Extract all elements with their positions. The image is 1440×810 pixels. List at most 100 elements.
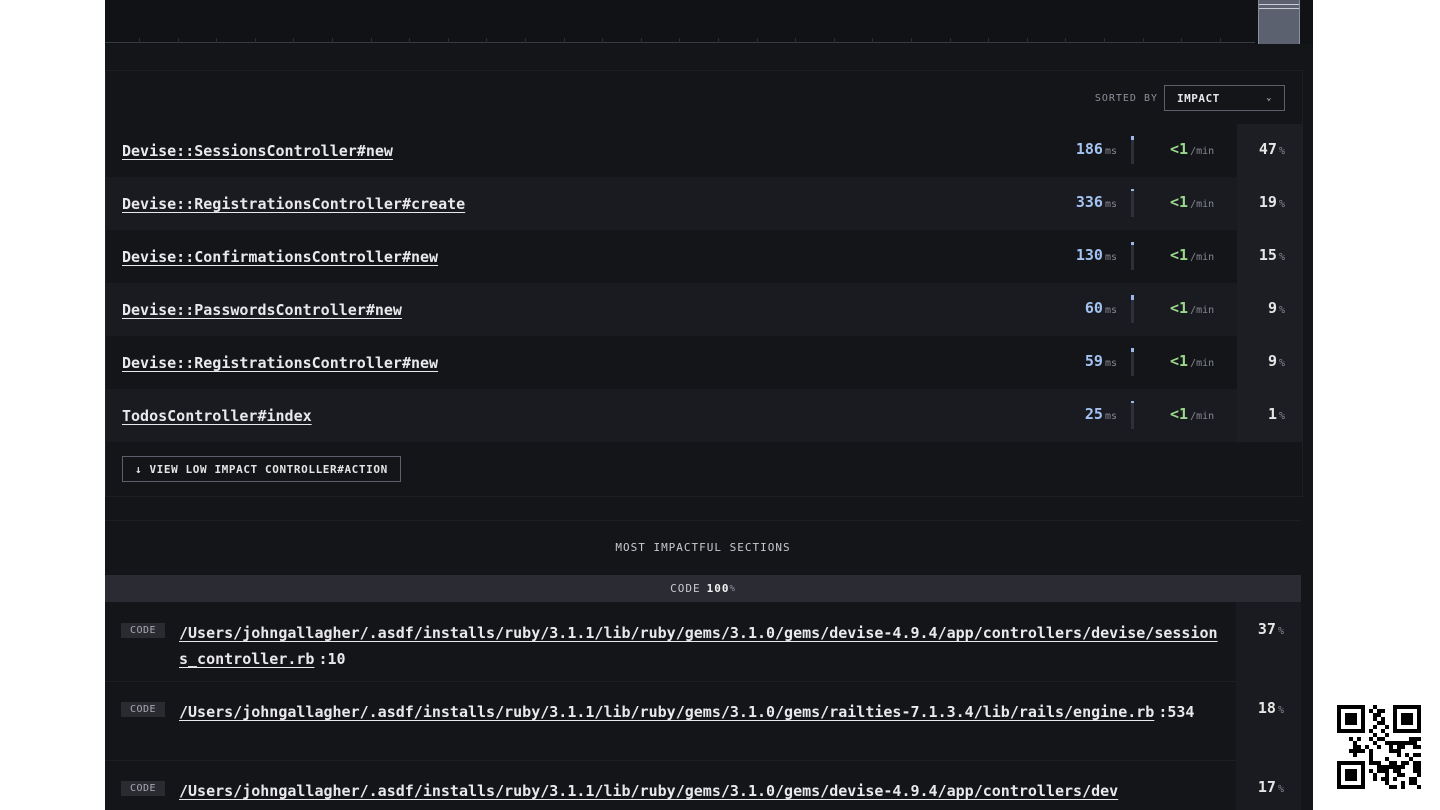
sparkline-tick	[950, 38, 951, 43]
response-time-unit: ms	[1104, 305, 1117, 316]
response-time-bar	[1131, 401, 1134, 429]
sort-value: IMPACT	[1177, 91, 1220, 105]
section-type-badge: CODE	[121, 702, 166, 717]
impact-unit: %	[1278, 358, 1285, 369]
impact-cell: 9%	[1237, 336, 1302, 389]
sparkline-tick	[988, 38, 989, 43]
response-time-value: 25	[1084, 405, 1103, 423]
section-file-link[interactable]: /Users/johngallagher/.asdf/installs/ruby…	[179, 782, 1118, 800]
sparkline-tick	[872, 38, 873, 43]
throughput: <1/min	[1170, 299, 1214, 317]
sparkline-tick	[371, 38, 372, 43]
response-time-value: 130	[1075, 246, 1103, 264]
section-file-link[interactable]: /Users/johngallagher/.asdf/installs/ruby…	[179, 703, 1154, 721]
throughput-unit: /min	[1190, 358, 1215, 369]
impact-value: 9	[1267, 299, 1277, 317]
throughput: <1/min	[1170, 246, 1214, 264]
controller-link[interactable]: Devise::ConfirmationsController#new	[122, 248, 438, 266]
impact-unit: %	[1278, 146, 1285, 157]
impact-unit: %	[1278, 252, 1285, 263]
sparkline-tick	[718, 38, 719, 43]
response-time-bar-fill	[1131, 401, 1134, 403]
section-impact-unit: %	[1277, 784, 1284, 795]
controller-link[interactable]: Devise::RegistrationsController#new	[122, 354, 438, 372]
throughput-value: <1	[1170, 140, 1189, 158]
response-time: 336 ms	[1076, 193, 1117, 211]
throughput-unit: /min	[1190, 411, 1215, 422]
throughput-value: <1	[1170, 405, 1189, 423]
controller-link[interactable]: Devise::SessionsController#new	[122, 142, 393, 160]
qr-code-icon	[1337, 705, 1421, 789]
response-time-value: 59	[1084, 352, 1103, 370]
throughput: <1/min	[1170, 352, 1214, 370]
impact: 1%	[1268, 405, 1285, 423]
response-time-bar-fill	[1131, 136, 1134, 140]
response-time: 25 ms	[1085, 405, 1117, 423]
scrollbar-thumb[interactable]	[1258, 0, 1300, 44]
section-impact-cell: 18%	[1236, 681, 1301, 760]
sparkline-tick	[525, 38, 526, 43]
controller-row: Devise::PasswordsController#new 60 ms <1/mi…	[106, 283, 1302, 336]
sparkline-tick	[1143, 38, 1144, 43]
sort-select[interactable]: IMPACT ⌄	[1164, 85, 1285, 111]
summary-label: CODE	[670, 582, 701, 595]
response-time-bar-fill	[1131, 242, 1134, 245]
sparkline-tick	[679, 38, 680, 43]
summary-value: 100	[706, 582, 730, 595]
impact-cell: 9%	[1237, 283, 1302, 336]
impact: 19%	[1259, 193, 1285, 211]
response-time-value: 60	[1084, 299, 1103, 317]
impact-unit: %	[1278, 411, 1285, 422]
section-impact-value: 17	[1257, 778, 1276, 796]
throughput-unit: /min	[1190, 199, 1215, 210]
response-time-unit: ms	[1104, 146, 1117, 157]
impact-cell: 1%	[1237, 389, 1302, 442]
throughput-unit: /min	[1190, 252, 1215, 263]
sparkline-tick	[1104, 38, 1105, 43]
sparkline-tick	[602, 38, 603, 43]
impact-value: 19	[1258, 193, 1277, 211]
response-time-bar	[1131, 136, 1134, 164]
controller-link[interactable]: TodosController#index	[122, 407, 312, 425]
controller-row: Devise::RegistrationsController#new 59 ms <…	[106, 336, 1302, 389]
sparkline-tick	[216, 38, 217, 43]
controller-link[interactable]: Devise::PasswordsController#new	[122, 301, 402, 319]
impact-value: 47	[1258, 140, 1277, 158]
throughput-value: <1	[1170, 352, 1189, 370]
response-time-bar	[1131, 348, 1134, 376]
sparkline-tick	[178, 38, 179, 43]
section-row: CODE/Users/johngallagher/.asdf/installs/…	[105, 602, 1301, 682]
sparkline-tick	[1027, 38, 1028, 43]
response-time: 59 ms	[1085, 352, 1117, 370]
sparkline-tick	[409, 38, 410, 43]
section-impact-value: 18	[1257, 699, 1276, 717]
sparkline-tick	[255, 38, 256, 43]
controller-row: Devise::RegistrationsController#create 33…	[106, 177, 1302, 230]
section-row: CODE/Users/johngallagher/.asdf/installs/…	[105, 760, 1301, 810]
response-time: 186 ms	[1076, 140, 1117, 158]
sections-panel: MOST IMPACTFUL SECTIONS CODE 100% CODE/U…	[105, 520, 1301, 810]
sparkline-tick	[139, 38, 140, 43]
response-time-bar	[1131, 189, 1134, 217]
sparkline-tick	[1181, 38, 1182, 43]
impact: 47%	[1259, 140, 1285, 158]
throughput-value: <1	[1170, 246, 1189, 264]
section-type-badge: CODE	[121, 623, 166, 638]
throughput-unit: /min	[1190, 146, 1215, 157]
controller-link[interactable]: Devise::RegistrationsController#create	[122, 195, 465, 213]
sparkline-tick	[1065, 38, 1066, 43]
controllers-panel: SORTED BY IMPACT ⌄ Devise::SessionsContr…	[105, 70, 1303, 497]
sparkline-baseline	[105, 42, 1255, 43]
throughput: <1/min	[1170, 405, 1214, 423]
section-path: /Users/johngallagher/.asdf/installs/ruby…	[179, 620, 1219, 672]
section-path: /Users/johngallagher/.asdf/installs/ruby…	[179, 699, 1219, 725]
response-time-bar	[1131, 242, 1134, 270]
section-impact-cell: 17%	[1236, 760, 1301, 810]
impact-value: 9	[1267, 352, 1277, 370]
view-low-impact-button[interactable]: ↓ VIEW LOW IMPACT CONTROLLER#ACTION	[122, 456, 401, 482]
impact: 9%	[1268, 352, 1285, 370]
section-impact: 18%	[1258, 699, 1284, 717]
impact: 15%	[1259, 246, 1285, 264]
section-impact: 37%	[1258, 620, 1284, 638]
impact-cell: 15%	[1237, 230, 1302, 283]
